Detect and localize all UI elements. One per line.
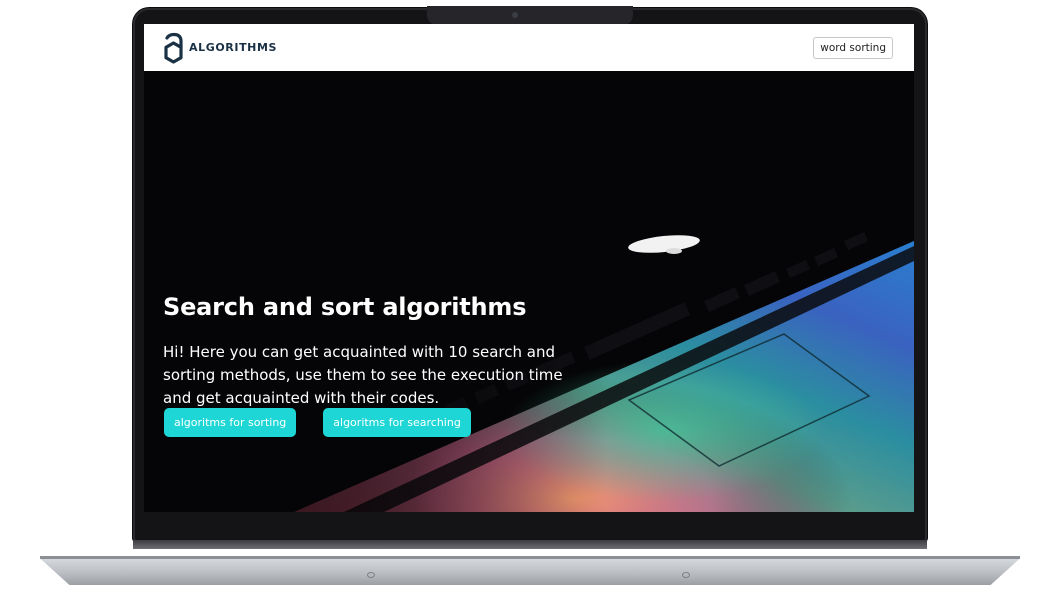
hero-title: Search and sort algorithms xyxy=(163,293,527,321)
hero-description: Hi! Here you can get acquainted with 10 … xyxy=(163,343,563,407)
hero-buttons: algoritms for sorting algoritms for sear… xyxy=(164,408,471,437)
laptop-foot-right xyxy=(682,572,690,578)
laptop-base xyxy=(40,558,1020,585)
word-sorting-button[interactable]: word sorting xyxy=(813,36,893,59)
a-hexagon-logo-icon xyxy=(164,32,183,64)
hero-section: Search and sort algorithms Hi! Here you … xyxy=(144,71,914,512)
searching-algorithms-button[interactable]: algoritms for searching xyxy=(323,408,471,437)
laptop-keyboard-background-image xyxy=(144,71,914,512)
sorting-algorithms-button[interactable]: algoritms for sorting xyxy=(164,408,297,437)
site-logo[interactable]: ALGORITHMS xyxy=(164,32,277,64)
logo-text: ALGORITHMS xyxy=(189,41,278,54)
laptop-screen: ALGORITHMS word sorting Search and sort … xyxy=(144,24,914,512)
hero-content: Search and sort algorithms Hi! Here you … xyxy=(163,293,583,410)
site-header: ALGORITHMS word sorting xyxy=(144,24,914,71)
camera-notch xyxy=(427,6,633,25)
laptop-foot-left xyxy=(367,572,375,578)
laptop-mockup: ALGORITHMS word sorting Search and sort … xyxy=(0,0,1060,596)
laptop-hinge xyxy=(133,540,927,549)
webcam-icon xyxy=(512,12,518,18)
laptop-base-lip xyxy=(40,556,1020,559)
